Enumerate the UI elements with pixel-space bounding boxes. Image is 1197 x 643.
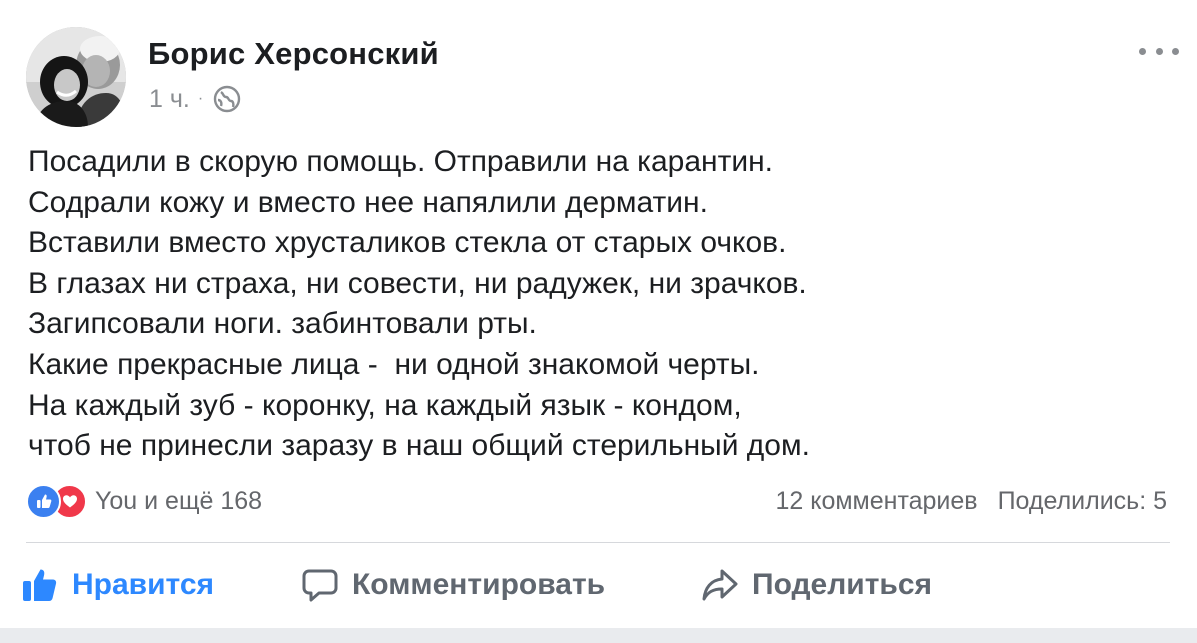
- post-timestamp[interactable]: 1 ч.: [149, 85, 190, 114]
- post-text-line: Посадили в скорую помощь. Отправили на к…: [28, 145, 773, 178]
- avatar-photo: [26, 27, 126, 127]
- comment-button[interactable]: Комментировать: [302, 562, 605, 608]
- share-arrow-icon: [702, 567, 738, 603]
- feed-background: [0, 628, 1197, 643]
- like-button[interactable]: Нравится: [22, 562, 214, 608]
- post-meta: 1 ч. ·: [149, 84, 241, 114]
- ellipsis-icon[interactable]: [1139, 36, 1179, 66]
- comment-bubble-icon: [302, 567, 338, 603]
- avatar[interactable]: [26, 27, 126, 127]
- reactions-count: You и ещё 168: [95, 486, 263, 515]
- post-text-line: Содрали кожу и вместо нее напялили дерма…: [28, 185, 708, 219]
- share-button[interactable]: Поделиться: [702, 562, 932, 608]
- post-text-line: В глазах ни страха, ни совести, ни радуж…: [28, 266, 807, 300]
- comment-button-label: Комментировать: [352, 568, 606, 601]
- post-text-line: На каждый зуб - коронку, на каждый язык …: [28, 388, 742, 422]
- post-text-line: чтоб не принесли заразу в наш общий стер…: [28, 429, 810, 463]
- globe-icon[interactable]: [213, 85, 241, 113]
- share-button-label: Поделиться: [752, 568, 933, 601]
- engagement-counts: 12 комментариев Поделились: 5: [775, 484, 1167, 518]
- more-dot: [1155, 47, 1163, 55]
- like-button-label: Нравится: [72, 568, 215, 601]
- post-card: Борис Херсонский 1 ч. · Посадили в скору…: [0, 0, 1197, 628]
- comments-count-link[interactable]: 12 комментариев: [775, 487, 977, 516]
- more-dot: [1139, 47, 1146, 55]
- shares-count-link[interactable]: Поделились: 5: [998, 487, 1167, 516]
- divider: [26, 542, 1170, 543]
- reactions-summary[interactable]: You и ещё 168: [26, 483, 263, 519]
- thumbs-up-icon: [22, 567, 58, 603]
- post-text-line: Загипсовали ноги. забинтовали рты.: [28, 307, 537, 341]
- like-reaction-icon: [26, 483, 61, 519]
- more-dot: [1172, 47, 1179, 55]
- post-text: Посадили в скорую помощь. Отправили на к…: [28, 142, 1178, 467]
- meta-separator: ·: [197, 90, 204, 107]
- author-name[interactable]: Борис Херсонский: [148, 36, 439, 72]
- post-text-line: Какие прекрасные лица - ни одной знакомо…: [28, 347, 760, 381]
- post-text-line: Вставили вместо хрусталиков стекла от ст…: [28, 226, 787, 260]
